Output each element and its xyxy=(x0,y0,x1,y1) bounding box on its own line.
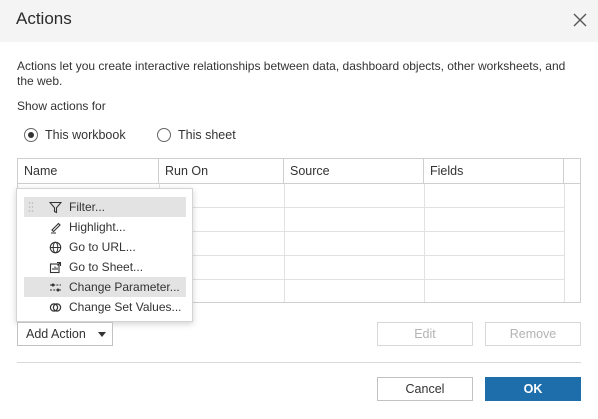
radio-checked-icon xyxy=(24,128,38,142)
column-header-source[interactable]: Source xyxy=(284,159,424,183)
filter-icon xyxy=(48,200,62,214)
edit-button[interactable]: Edit xyxy=(377,322,473,346)
radio-this-sheet[interactable]: This sheet xyxy=(157,128,236,142)
menu-item-label: Go to Sheet... xyxy=(69,260,144,274)
menu-item-label: Go to URL... xyxy=(69,240,136,254)
dialog-description: Actions let you create interactive relat… xyxy=(17,59,566,88)
footer-divider xyxy=(17,362,581,363)
radio-unchecked-icon xyxy=(157,128,171,142)
column-header-name[interactable]: Name xyxy=(18,159,159,183)
menu-item-label: Change Set Values... xyxy=(69,300,182,314)
change-parameter-icon xyxy=(48,280,62,294)
menu-item-label: Filter... xyxy=(69,200,106,214)
highlight-icon xyxy=(48,220,62,234)
table-column-divider xyxy=(284,184,285,302)
close-icon xyxy=(573,13,587,27)
menu-item-go-to-url[interactable]: Go to URL... xyxy=(24,237,186,257)
table-column-divider xyxy=(424,184,425,302)
radio-this-workbook-label: This workbook xyxy=(45,128,126,142)
menu-item-filter[interactable]: Filter... xyxy=(24,197,186,217)
column-header-spacer xyxy=(564,159,580,183)
menu-item-change-parameter[interactable]: Change Parameter... xyxy=(24,277,186,297)
menu-item-label: Change Parameter... xyxy=(69,280,180,294)
chevron-down-icon xyxy=(98,332,106,337)
dialog-title: Actions xyxy=(16,9,72,28)
close-button[interactable] xyxy=(568,8,592,32)
go-to-sheet-icon xyxy=(48,260,62,274)
dialog-titlebar: Actions xyxy=(0,0,598,42)
remove-button[interactable]: Remove xyxy=(485,322,581,346)
add-action-menu: Filter... Highlight... Go to URL... Go t… xyxy=(16,188,193,322)
menu-item-highlight[interactable]: Highlight... xyxy=(24,217,186,237)
cancel-button[interactable]: Cancel xyxy=(377,377,473,401)
show-actions-label: Show actions for xyxy=(17,99,106,113)
ok-button[interactable]: OK xyxy=(485,377,581,401)
menu-item-label: Highlight... xyxy=(69,220,126,234)
radio-this-workbook[interactable]: This workbook xyxy=(24,128,126,142)
menu-item-change-set-values[interactable]: Change Set Values... xyxy=(24,297,186,317)
add-action-button[interactable]: Add Action xyxy=(17,322,113,346)
drag-grip-icon xyxy=(28,202,34,212)
table-header: Name Run On Source Fields xyxy=(18,159,580,184)
add-action-label: Add Action xyxy=(26,327,86,341)
column-header-fields[interactable]: Fields xyxy=(424,159,564,183)
change-set-values-icon xyxy=(48,300,62,314)
radio-this-sheet-label: This sheet xyxy=(178,128,236,142)
menu-item-go-to-sheet[interactable]: Go to Sheet... xyxy=(24,257,186,277)
table-column-divider xyxy=(564,184,565,302)
column-header-run-on[interactable]: Run On xyxy=(159,159,284,183)
globe-icon xyxy=(48,240,62,254)
